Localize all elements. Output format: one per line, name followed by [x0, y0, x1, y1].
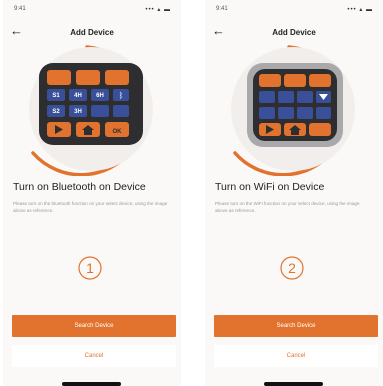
instruction-title: Turn on WiFi on Device	[215, 181, 325, 193]
phone-screen-bluetooth: 9:41 ••• ▴ ▬ ← Add Device S1 4H 6H S2 3H…	[3, 0, 181, 386]
device-reference-image	[217, 43, 371, 176]
search-device-button[interactable]: Search Device	[12, 315, 176, 337]
page-title: Add Device	[70, 28, 114, 37]
instruction-description: Please turn on the bluetooth function on…	[13, 201, 168, 213]
nav-bar: ← Add Device	[3, 24, 181, 40]
nav-bar: ← Add Device	[205, 24, 383, 40]
bluetooth-icon: ᛒ	[119, 91, 124, 100]
status-icons: ••• ▴ ▬	[347, 7, 373, 13]
key-label: OK	[113, 129, 123, 135]
page-title: Add Device	[272, 28, 316, 37]
key-label: 3H	[74, 109, 82, 115]
cancel-button[interactable]: Cancel	[214, 345, 378, 367]
device-keypad-illustration: S1 4H 6H S2 3H ᛒ OK	[29, 45, 153, 176]
step-number: 1	[77, 255, 103, 281]
key-label: 4H	[74, 93, 82, 99]
status-time: 9:41	[216, 6, 228, 12]
home-indicator	[62, 382, 121, 386]
svg-text:2: 2	[288, 260, 296, 276]
status-bar: 9:41 ••• ▴ ▬	[3, 6, 181, 16]
instruction-title: Turn on Bluetooth on Device	[13, 181, 146, 193]
status-time: 9:41	[14, 6, 26, 12]
cancel-button[interactable]: Cancel	[12, 345, 176, 367]
key-label: S2	[52, 109, 60, 115]
key-label: S1	[52, 93, 60, 99]
instruction-description: Please turn on the WiFi function on your…	[215, 201, 360, 213]
key-label: 6H	[96, 93, 104, 99]
device-reference-image: S1 4H 6H S2 3H ᛒ OK	[15, 43, 169, 176]
step-number: 2	[279, 255, 305, 281]
phone-screen-wifi: 9:41 ••• ▴ ▬ ← Add Device Turn on WiFi o…	[205, 0, 383, 386]
status-bar: 9:41 ••• ▴ ▬	[205, 6, 383, 16]
device-keypad-illustration	[231, 45, 355, 176]
search-device-button[interactable]: Search Device	[214, 315, 378, 337]
svg-text:1: 1	[86, 260, 94, 276]
home-indicator	[264, 382, 323, 386]
status-icons: ••• ▴ ▬	[145, 7, 171, 13]
